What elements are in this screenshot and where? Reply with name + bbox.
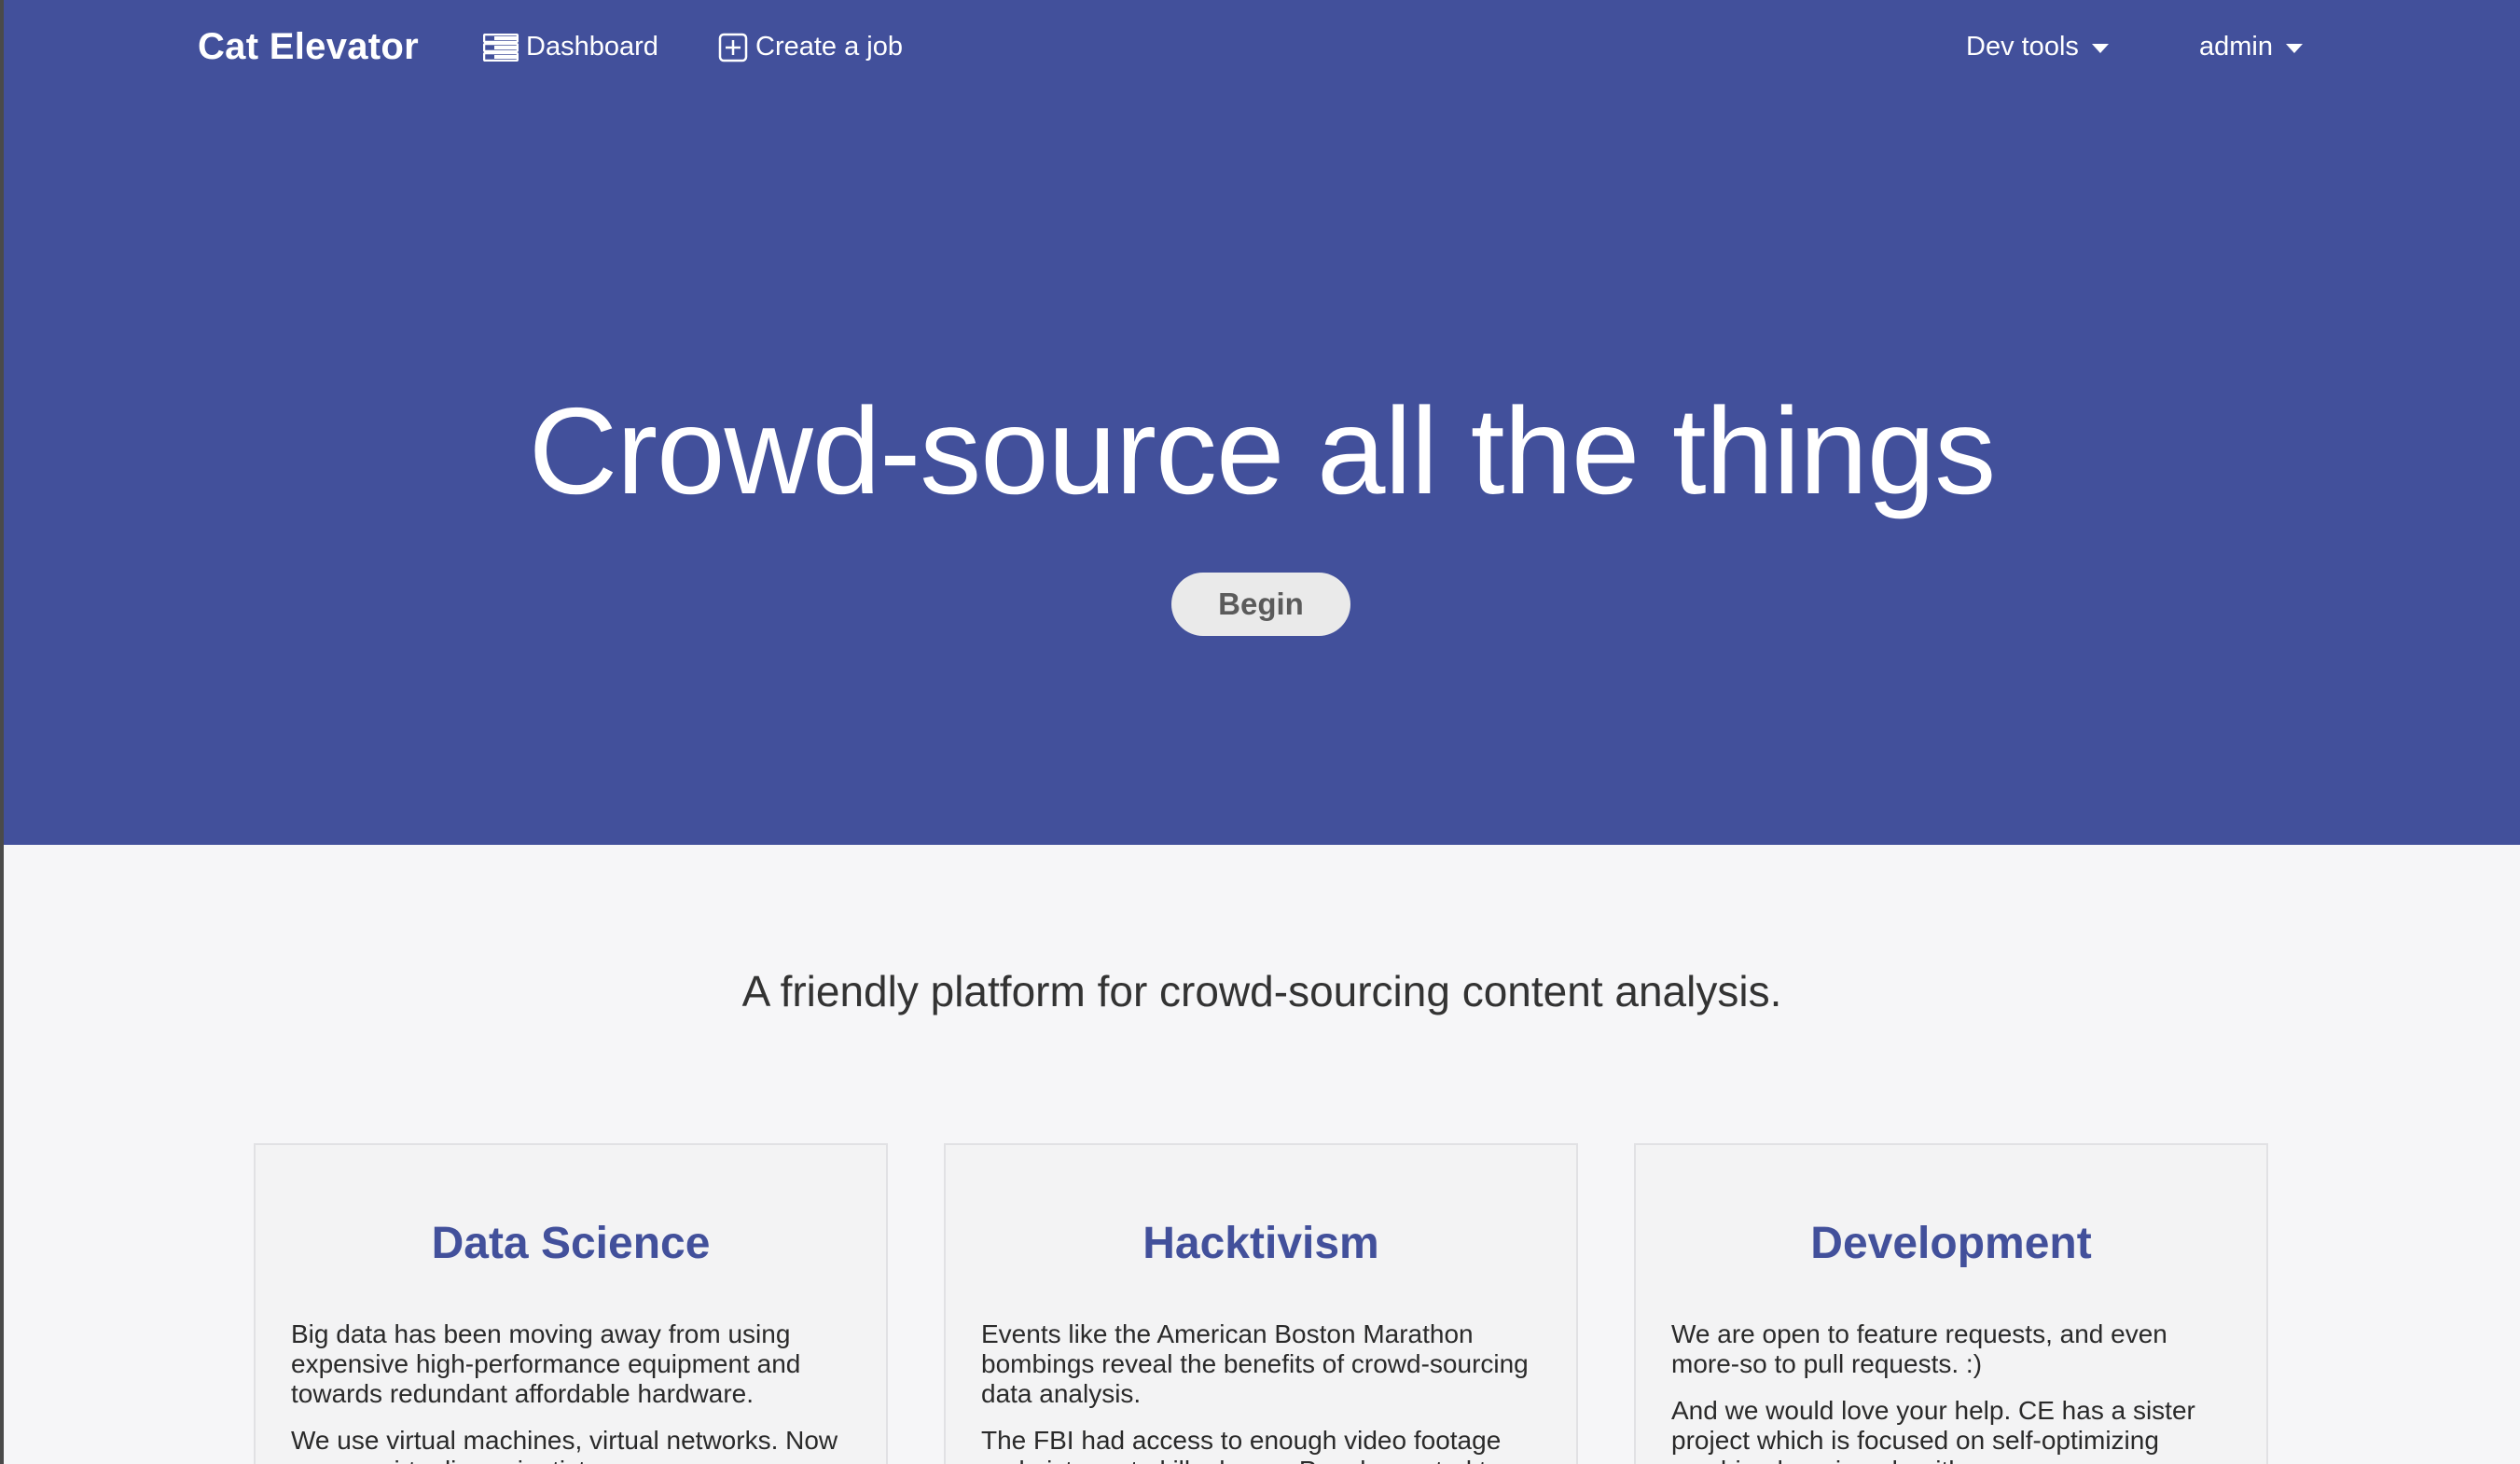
plus-square-icon bbox=[718, 33, 748, 62]
nav-dashboard[interactable]: Dashboard bbox=[483, 32, 658, 62]
hero-title: Crowd-source all the things bbox=[528, 382, 1996, 520]
nav-create-job[interactable]: Create a job bbox=[718, 32, 903, 62]
nav-create-job-label: Create a job bbox=[755, 32, 903, 62]
tagline: A friendly platform for crowd-sourcing c… bbox=[741, 967, 1782, 1015]
card-title: Hacktivism bbox=[1142, 1219, 1379, 1268]
nav-admin-label: admin bbox=[2199, 32, 2273, 62]
card-title: Development bbox=[1810, 1219, 2092, 1268]
navbar: Cat Elevator Dashboard Create a job Dev … bbox=[4, 0, 2520, 99]
card-paragraph: Events like the American Boston Marathon… bbox=[981, 1319, 1529, 1408]
hero-section: Cat Elevator Dashboard Create a job Dev … bbox=[4, 0, 2520, 845]
card-title: Data Science bbox=[431, 1219, 711, 1268]
card-paragraph: We are open to feature requests, and eve… bbox=[1671, 1319, 2167, 1378]
feature-card-development: Development We are open to feature reque… bbox=[1634, 1143, 2268, 1464]
caret-down-icon bbox=[2091, 43, 2109, 53]
begin-button[interactable]: Begin bbox=[1171, 573, 1350, 636]
page: Cat Elevator Dashboard Create a job Dev … bbox=[0, 0, 2520, 1464]
card-paragraph: Big data has been moving away from using… bbox=[291, 1319, 801, 1408]
nav-dev-tools-label: Dev tools bbox=[1966, 32, 2079, 62]
nav-dev-tools-dropdown[interactable]: Dev tools bbox=[1966, 32, 2109, 62]
list-icon bbox=[483, 33, 519, 62]
card-paragraph: And we would love your help. CE has a si… bbox=[1671, 1396, 2195, 1464]
card-paragraph: The FBI had access to enough video foota… bbox=[981, 1426, 1502, 1464]
card-paragraph: We use virtual machines, virtual network… bbox=[291, 1426, 838, 1464]
caret-down-icon bbox=[2286, 43, 2303, 53]
nav-admin-dropdown[interactable]: admin bbox=[2199, 32, 2303, 62]
nav-dashboard-label: Dashboard bbox=[526, 32, 658, 62]
feature-card-data-science: Data Science Big data has been moving aw… bbox=[254, 1143, 888, 1464]
feature-card-hacktivism: Hacktivism Events like the American Bost… bbox=[944, 1143, 1578, 1464]
brand-link[interactable]: Cat Elevator bbox=[198, 26, 419, 68]
